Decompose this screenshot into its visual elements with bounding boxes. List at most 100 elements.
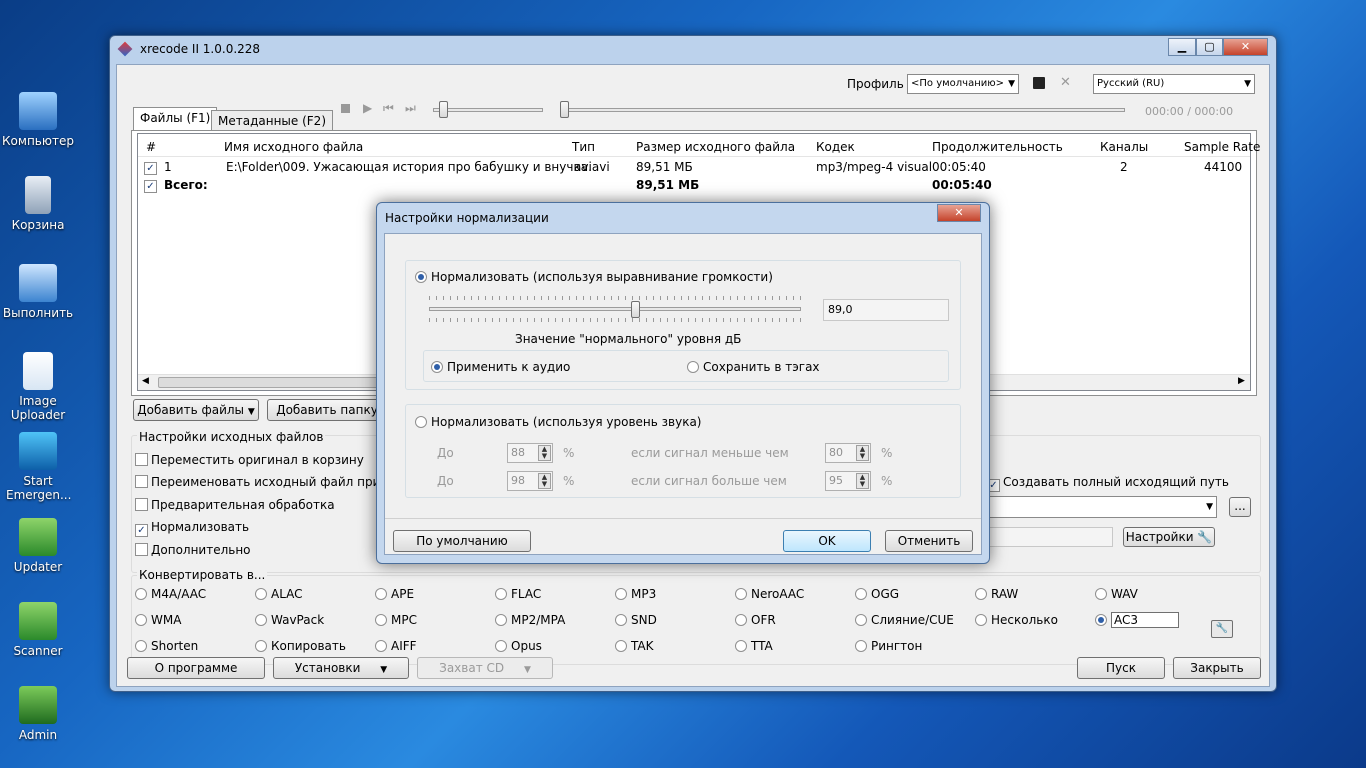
language-select[interactable]: Русский (RU) ▼ <box>1093 74 1255 94</box>
desktop-icon-scanner[interactable]: Scanner <box>0 602 76 658</box>
name-pattern-field[interactable] <box>987 527 1113 547</box>
cd-rip-button[interactable]: Захват CD ▼ <box>417 657 553 679</box>
radio-normalize-volume[interactable]: Нормализовать (используя выравнивание гр… <box>415 270 773 284</box>
radio[interactable] <box>1095 614 1107 626</box>
spin-arrows-icon[interactable]: ▲ ▼ <box>538 473 551 489</box>
format-alac[interactable]: ALAC <box>255 587 303 601</box>
delete-profile-icon[interactable]: ✕ <box>1060 75 1071 90</box>
add-folder-button[interactable]: Добавить папку <box>267 399 387 421</box>
cancel-button[interactable]: Отменить <box>885 530 973 552</box>
radio[interactable] <box>495 614 507 626</box>
format-ac3[interactable]: AC3 <box>1095 612 1180 628</box>
opt-rename[interactable]: Переименовать исходный файл при заме <box>135 475 381 489</box>
to-value-2[interactable]: 98 ▲ ▼ <box>507 471 553 491</box>
col-num[interactable]: # <box>146 140 156 154</box>
checkbox[interactable] <box>135 498 148 511</box>
format-ogg[interactable]: OGG <box>855 587 899 601</box>
format-tak[interactable]: TAK <box>615 639 653 653</box>
seek-slider[interactable] <box>563 108 1125 112</box>
maximize-button[interactable]: ▢ <box>1196 38 1223 56</box>
radio[interactable] <box>615 640 627 652</box>
profile-select[interactable]: <По умолчанию> ▼ <box>907 74 1019 94</box>
format-opus[interactable]: Opus <box>495 639 542 653</box>
radio[interactable] <box>255 640 267 652</box>
volume-slider-thumb[interactable] <box>439 101 448 118</box>
scroll-right-icon[interactable]: ▶ <box>1238 376 1245 386</box>
opt-preprocess[interactable]: Предварительная обработка <box>135 498 335 512</box>
desktop-icon-start-emergency[interactable]: Start Emergen... <box>0 432 76 502</box>
settings-menu-button[interactable]: Установки ▼ <box>273 657 409 679</box>
stop-icon[interactable] <box>341 104 350 113</box>
format-рингтон[interactable]: Рингтон <box>855 639 922 653</box>
col-size[interactable]: Размер исходного файла <box>636 140 795 154</box>
spin-arrows-icon[interactable]: ▲ ▼ <box>856 473 869 489</box>
radio[interactable] <box>495 588 507 600</box>
minimize-button[interactable]: ▁ <box>1168 38 1196 56</box>
format-ape[interactable]: APE <box>375 587 414 601</box>
threshold-less[interactable]: 80 ▲ ▼ <box>825 443 871 463</box>
settings-button[interactable]: Настройки 🔧 <box>1123 527 1215 547</box>
radio[interactable] <box>375 588 387 600</box>
level-slider[interactable] <box>429 307 801 311</box>
format-neroaac[interactable]: NeroAAC <box>735 587 804 601</box>
format-wav[interactable]: WAV <box>1095 587 1138 601</box>
col-type[interactable]: Тип <box>572 140 595 154</box>
radio[interactable] <box>415 416 427 428</box>
radio[interactable] <box>255 588 267 600</box>
radio[interactable] <box>495 640 507 652</box>
spin-arrows-icon[interactable]: ▲ ▼ <box>538 445 551 461</box>
radio[interactable] <box>735 614 747 626</box>
next-icon[interactable]: ⏭ <box>405 101 416 116</box>
format-mp2-mpa[interactable]: MP2/MPA <box>495 613 565 627</box>
format-mpc[interactable]: MPC <box>375 613 417 627</box>
dialog-close-button[interactable]: ✕ <box>937 204 981 222</box>
opt-full-path[interactable]: ✓ Создавать полный исходящий путь <box>987 475 1229 492</box>
radio[interactable] <box>415 271 427 283</box>
row-checkbox[interactable]: ✓ <box>144 162 157 175</box>
format-m4a-aac[interactable]: M4A/AAC <box>135 587 206 601</box>
checkbox[interactable] <box>135 453 148 466</box>
format-слияние-cue[interactable]: Слияние/CUE <box>855 613 954 627</box>
col-codec[interactable]: Кодек <box>816 140 855 154</box>
radio[interactable] <box>255 614 267 626</box>
about-button[interactable]: О программе <box>127 657 265 679</box>
format-tta[interactable]: TTA <box>735 639 773 653</box>
col-rate[interactable]: Sample Rate <box>1184 140 1260 154</box>
radio[interactable] <box>735 588 747 600</box>
radio-save-tags[interactable]: Сохранить в тэгах <box>687 360 820 374</box>
play-icon[interactable]: ▶ <box>363 101 372 115</box>
col-channels[interactable]: Каналы <box>1100 140 1148 154</box>
close-button[interactable]: Закрыть <box>1173 657 1261 679</box>
checkbox[interactable] <box>135 543 148 556</box>
level-slider-thumb[interactable] <box>631 301 640 318</box>
col-duration[interactable]: Продолжительность <box>932 140 1063 154</box>
ok-button[interactable]: OK <box>783 530 871 552</box>
spin-arrows-icon[interactable]: ▲ ▼ <box>856 445 869 461</box>
total-checkbox[interactable]: ✓ <box>144 180 157 193</box>
radio[interactable] <box>855 640 867 652</box>
format-wma[interactable]: WMA <box>135 613 181 627</box>
close-window-button[interactable]: ✕ <box>1223 38 1268 56</box>
radio[interactable] <box>375 640 387 652</box>
radio[interactable] <box>735 640 747 652</box>
radio[interactable] <box>975 588 987 600</box>
format-aiff[interactable]: AIFF <box>375 639 417 653</box>
tab-files[interactable]: Файлы (F1) <box>133 107 218 131</box>
radio[interactable] <box>375 614 387 626</box>
desktop-icon-computer[interactable]: Компьютер <box>0 92 76 148</box>
add-files-button[interactable]: Добавить файлы ▼ <box>133 399 259 421</box>
save-profile-icon[interactable] <box>1033 77 1045 89</box>
desktop-icon-run[interactable]: Выполнить <box>0 264 76 320</box>
radio[interactable] <box>615 614 627 626</box>
seek-slider-thumb[interactable] <box>560 101 569 118</box>
format-shorten[interactable]: Shorten <box>135 639 198 653</box>
radio[interactable] <box>975 614 987 626</box>
format-snd[interactable]: SND <box>615 613 657 627</box>
opt-move-to-bin[interactable]: Переместить оригинал в корзину <box>135 453 364 467</box>
radio[interactable] <box>135 640 147 652</box>
prev-icon[interactable]: ⏮ <box>383 101 394 116</box>
radio[interactable] <box>431 361 443 373</box>
desktop-icon-admin[interactable]: Admin <box>0 686 76 742</box>
desktop-icon-updater[interactable]: Updater <box>0 518 76 574</box>
format-несколько[interactable]: Несколько <box>975 613 1058 627</box>
